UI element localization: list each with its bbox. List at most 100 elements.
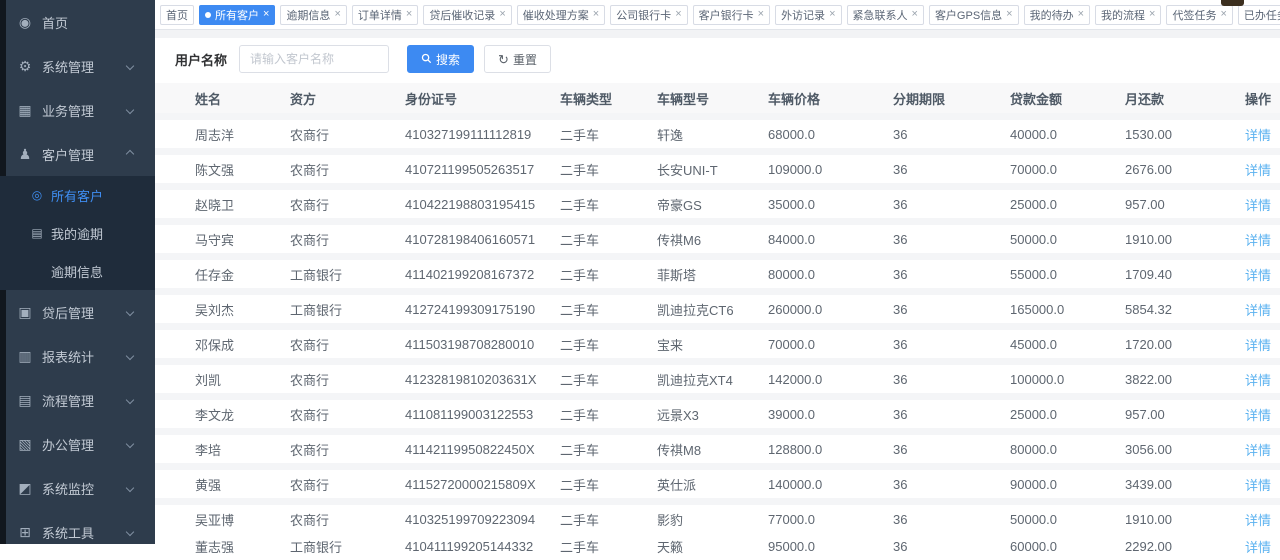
tab-company-bank-card[interactable]: 公司银行卡 × (610, 5, 687, 25)
detail-link[interactable]: 详情 (1245, 443, 1271, 458)
tab-customer-gps-info[interactable]: 客户GPS信息 × (929, 5, 1019, 25)
detail-link[interactable]: 详情 (1245, 163, 1271, 178)
sidebar-item-process-management[interactable]: ▤流程管理 (6, 378, 155, 422)
cell-vehicle_type: 二手车 (540, 537, 637, 556)
tab-label: 首页 (166, 7, 188, 23)
detail-link[interactable]: 详情 (1245, 303, 1271, 318)
cell-id_number: 411503198708280010 (385, 337, 540, 352)
close-icon[interactable]: × (829, 9, 835, 20)
close-icon[interactable]: × (593, 9, 599, 20)
sidebar-item-system-management[interactable]: ⚙系统管理 (6, 44, 155, 88)
tab-post-loan-collection-records[interactable]: 贷后催收记录× (423, 5, 511, 25)
close-icon[interactable]: × (406, 9, 412, 20)
tab-label: 公司银行卡 (616, 7, 671, 23)
close-icon[interactable]: × (263, 9, 269, 20)
cell-funder: 农商行 (270, 230, 385, 249)
search-button[interactable]: 搜索 (407, 45, 474, 73)
table-row: 吴亚博农商行410325199709223094二手车影豹77000.03650… (155, 505, 1280, 533)
sidebar-item-label: 系统工具 (42, 523, 94, 542)
tab-overdue-info[interactable]: 逾期信息× (280, 5, 346, 25)
cell-installment_term: 36 (873, 197, 990, 212)
tab-label: 客户GPS信息 (935, 7, 1002, 23)
chevron-down-icon (126, 396, 134, 404)
cell-vehicle_price: 95000.0 (748, 539, 873, 554)
column-header-funder: 资方 (270, 89, 385, 108)
cell-vehicle_model: 凯迪拉克XT4 (637, 370, 748, 389)
close-icon[interactable]: × (334, 9, 340, 20)
sidebar-item-label: 系统监控 (42, 479, 94, 498)
tab-collection-plan[interactable]: 催收处理方案× (517, 5, 605, 25)
detail-link[interactable]: 详情 (1245, 128, 1271, 143)
cell-vehicle_price: 140000.0 (748, 477, 873, 492)
tab-emergency-contacts[interactable]: 紧急联系人× (847, 5, 924, 25)
close-icon[interactable]: × (1220, 9, 1226, 20)
close-icon[interactable]: × (1006, 9, 1012, 20)
cell-funder: 农商行 (270, 405, 385, 424)
tab-label: 订单详情 (358, 7, 402, 23)
detail-link[interactable]: 详情 (1245, 373, 1271, 388)
cell-funder: 工商银行 (270, 300, 385, 319)
column-header-vehicle_model: 车辆型号 (637, 89, 748, 108)
sidebar-subitem-overdue-info[interactable]: 逾期信息 (6, 252, 155, 290)
sidebar-subitem-my-overdue[interactable]: ▤我的逾期 (6, 214, 155, 252)
cell-vehicle_model: 凯迪拉克CT6 (637, 300, 748, 319)
close-icon[interactable]: × (1078, 9, 1084, 20)
cell-loan_amount: 55000.0 (990, 267, 1105, 282)
cell-vehicle_type: 二手车 (540, 510, 637, 529)
sidebar-item-business-management[interactable]: ▦业务管理 (6, 88, 155, 132)
sidebar-item-home[interactable]: ◉首页 (6, 0, 155, 44)
cell-actions: 详情 (1225, 440, 1280, 459)
cell-installment_term: 36 (873, 477, 990, 492)
sidebar-item-post-loan-management[interactable]: ▣贷后管理 (6, 290, 155, 334)
column-header-vehicle_type: 车辆类型 (540, 89, 637, 108)
sidebar-item-label: 报表统计 (42, 347, 94, 366)
tab-my-todo[interactable]: 我的待办× (1024, 5, 1090, 25)
tab-customer-bank-card[interactable]: 客户银行卡× (693, 5, 770, 25)
tab-all-customers[interactable]: 所有客户× (199, 5, 275, 25)
cell-actions: 详情 (1225, 537, 1280, 556)
customer-name-input[interactable] (239, 45, 389, 73)
cell-vehicle_price: 39000.0 (748, 407, 873, 422)
cell-funder: 农商行 (270, 370, 385, 389)
tab-my-process[interactable]: 我的流程× (1095, 5, 1161, 25)
tab-done-tasks[interactable]: 已办任务× (1238, 5, 1280, 25)
cell-actions: 详情 (1225, 300, 1280, 319)
detail-link[interactable]: 详情 (1245, 408, 1271, 423)
close-icon[interactable]: × (675, 9, 681, 20)
search-panel: 用户名称 搜索 ↻ 重置 (155, 38, 1280, 83)
cell-monthly_payment: 957.00 (1105, 197, 1225, 212)
sidebar-item-office-management[interactable]: ▧办公管理 (6, 422, 155, 466)
close-icon[interactable]: × (499, 9, 505, 20)
detail-link[interactable]: 详情 (1245, 268, 1271, 283)
sidebar-subitem-all-customers[interactable]: ◎所有客户 (6, 176, 155, 214)
sidebar-item-system-tools[interactable]: ⊞系统工具 (6, 510, 155, 554)
cell-monthly_payment: 3439.00 (1105, 477, 1225, 492)
detail-link[interactable]: 详情 (1245, 338, 1271, 353)
cell-id_number: 41142119950822450X (385, 442, 540, 457)
detail-link[interactable]: 详情 (1245, 513, 1271, 528)
cell-loan_amount: 90000.0 (990, 477, 1105, 492)
cell-installment_term: 36 (873, 232, 990, 247)
close-icon[interactable]: × (758, 9, 764, 20)
sidebar-item-customer-management[interactable]: ♟客户管理 (6, 132, 155, 176)
cell-name: 刘凯 (155, 370, 270, 389)
sidebar-menu: ◉首页⚙系统管理▦业务管理♟客户管理◎所有客户▤我的逾期逾期信息▣贷后管理▥报表… (0, 0, 155, 554)
avatar[interactable] (1221, 0, 1244, 6)
tab-home[interactable]: 首页 (160, 5, 194, 25)
sidebar-item-system-monitor[interactable]: ◩系统监控 (6, 466, 155, 510)
detail-link[interactable]: 详情 (1245, 233, 1271, 248)
tab-order-detail[interactable]: 订单详情 × (352, 5, 418, 25)
table-row: 黄强农商行41152720000215809X二手车英仕派140000.0369… (155, 470, 1280, 498)
tab-delegate-sign-tasks[interactable]: 代签任务× (1166, 5, 1232, 25)
close-icon[interactable]: × (912, 9, 918, 20)
detail-link[interactable]: 详情 (1245, 198, 1271, 213)
detail-link[interactable]: 详情 (1245, 540, 1271, 555)
cell-name: 李文龙 (155, 405, 270, 424)
cell-name: 吴亚博 (155, 510, 270, 529)
close-icon[interactable]: × (1149, 9, 1155, 20)
cell-installment_term: 36 (873, 162, 990, 177)
reset-button[interactable]: ↻ 重置 (484, 45, 551, 73)
detail-link[interactable]: 详情 (1245, 478, 1271, 493)
tab-visit-records[interactable]: 外访记录× (775, 5, 841, 25)
sidebar-item-report-statistics[interactable]: ▥报表统计 (6, 334, 155, 378)
